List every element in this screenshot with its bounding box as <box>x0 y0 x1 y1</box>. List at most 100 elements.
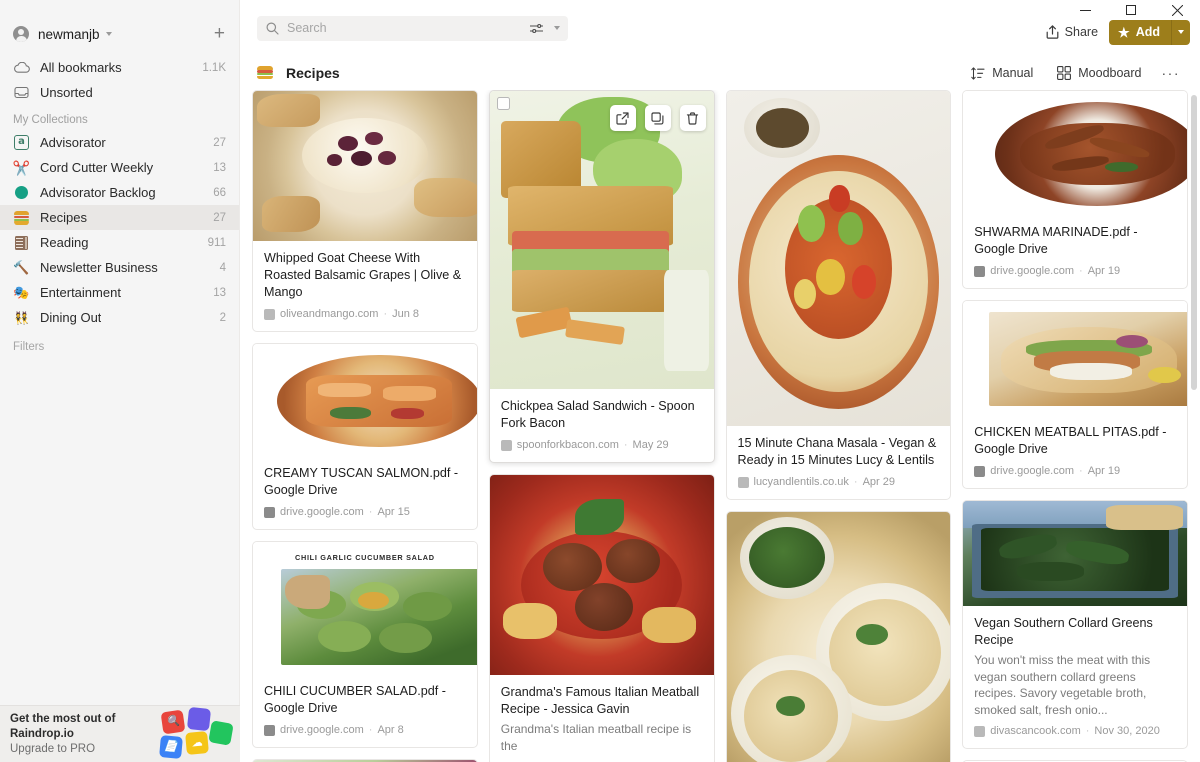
top-bar: Share ★ Add <box>240 0 1200 56</box>
card-meta: lucyandlentils.co.uk · Apr 29 <box>738 476 940 488</box>
sidebar-item-count: 13 <box>207 162 226 174</box>
star-icon: ★ <box>1118 26 1130 39</box>
maximize-button[interactable] <box>1108 0 1154 20</box>
card-date: Apr 19 <box>1088 465 1120 477</box>
card-title: Whipped Goat Cheese With Roasted Balsami… <box>264 250 466 301</box>
sidebar-item-unsorted[interactable]: Unsorted <box>0 80 239 105</box>
card-body: 15 Minute Chana Masala - Vegan & Ready i… <box>727 426 951 499</box>
scissors-icon: ✂️ <box>13 159 30 176</box>
open-external-button[interactable] <box>610 105 636 131</box>
card-domain: drive.google.com <box>990 465 1074 477</box>
sidebar-item-cord-cutter-weekly[interactable]: ✂️ Cord Cutter Weekly 13 <box>0 155 239 180</box>
bookmarks-board: Whipped Goat Cheese With Roasted Balsami… <box>240 90 1200 762</box>
delete-button[interactable] <box>680 105 706 131</box>
bookmark-card[interactable]: Grandma's Famous Italian Meatball Recipe… <box>489 474 715 762</box>
sidebar-item-label: Reading <box>40 235 88 250</box>
sidebar-item-newsletter-business[interactable]: 🔨 Newsletter Business 4 <box>0 255 239 280</box>
sort-button[interactable]: Manual <box>959 62 1045 84</box>
bookmark-card[interactable]: 15 Minute Chana Masala - Vegan & Ready i… <box>726 90 952 500</box>
sidebar-item-entertainment[interactable]: 🎭 Entertainment 13 <box>0 280 239 305</box>
sidebar-item-recipes[interactable]: Recipes 27 <box>0 205 239 230</box>
close-button[interactable] <box>1154 0 1200 20</box>
board-column: 15 Minute Chana Masala - Vegan & Ready i… <box>726 90 952 762</box>
board-column: Chickpea Salad Sandwich - Spoon Fork Bac… <box>489 90 715 762</box>
card-thumbnail <box>727 512 951 762</box>
search-bar[interactable] <box>257 16 568 41</box>
sidebar-item-dining-out[interactable]: 👯 Dining Out 2 <box>0 305 239 330</box>
bookmark-card[interactable]: CHILI GARLIC CUCUMBER SALAD <box>252 541 478 748</box>
card-date: Apr 8 <box>377 724 403 736</box>
bookmark-card[interactable]: Vegan Southern Collard Greens Recipe You… <box>962 500 1188 749</box>
sidebar-item-label: Advisorator Backlog <box>40 185 156 200</box>
bookmark-card[interactable]: SHWARMA MARINADE.pdf - Google Drive driv… <box>962 90 1188 289</box>
board-column: Whipped Goat Cheese With Roasted Balsami… <box>252 90 478 762</box>
bookmark-card[interactable]: Whipped Goat Cheese With Roasted Balsami… <box>252 90 478 332</box>
meta-separator: · <box>1086 725 1090 737</box>
card-title: 15 Minute Chana Masala - Vegan & Ready i… <box>738 435 940 469</box>
bookmark-card[interactable]: CREAMY TUSCAN SALMON.pdf - Google Drive … <box>252 343 478 530</box>
pro-banner-text: Get the most out of Raindrop.io Upgrade … <box>10 712 158 757</box>
bookmark-card[interactable]: CHICKEN MEATBALL PITAS.pdf - Google Driv… <box>962 300 1188 489</box>
hammer-icon: 🔨 <box>13 259 30 276</box>
minimize-button[interactable] <box>1062 0 1108 20</box>
meta-separator: · <box>1079 465 1083 477</box>
sidebar-item-label: Unsorted <box>40 85 93 100</box>
add-dropdown-button[interactable] <box>1171 20 1190 45</box>
ellipsis-icon[interactable]: ··· <box>1154 64 1189 82</box>
card-domain: drive.google.com <box>990 265 1074 277</box>
upgrade-pro-banner[interactable]: Get the most out of Raindrop.io Upgrade … <box>0 705 240 762</box>
card-date: Apr 29 <box>863 476 895 488</box>
open-external-icon <box>616 112 629 125</box>
sidebar-item-label: Advisorator <box>40 135 106 150</box>
meta-separator: · <box>383 308 387 320</box>
dancing-icon: 👯 <box>13 309 30 326</box>
card-date: Nov 30, 2020 <box>1094 725 1159 737</box>
sidebar-filters-label[interactable]: Filters <box>0 330 239 353</box>
bookmark-card[interactable]: Chickpea Salad Sandwich - Spoon Fork Bac… <box>489 90 715 463</box>
sidebar-item-reading[interactable]: Reading 911 <box>0 230 239 255</box>
card-thumbnail <box>963 91 1187 215</box>
card-domain: drive.google.com <box>280 724 364 736</box>
chevron-down-icon[interactable] <box>554 26 560 30</box>
site-favicon <box>264 309 275 320</box>
sidebar-item-count: 2 <box>214 312 226 324</box>
search-filter-control[interactable] <box>530 23 560 34</box>
sidebar-user-row[interactable]: newmanjb + <box>0 19 239 49</box>
duplicate-button[interactable] <box>645 105 671 131</box>
sidebar-item-label: Cord Cutter Weekly <box>40 160 153 175</box>
google-drive-favicon <box>974 266 985 277</box>
plus-icon[interactable]: + <box>212 27 227 41</box>
share-button[interactable]: Share <box>1040 21 1109 43</box>
meta-separator: · <box>624 439 628 451</box>
card-title: Chickpea Salad Sandwich - Spoon Fork Bac… <box>501 398 703 432</box>
card-title: CREAMY TUSCAN SALMON.pdf - Google Drive <box>264 465 466 499</box>
main-area: Share ★ Add Recipes Manual <box>240 0 1200 762</box>
sidebar-section-title: My Collections <box>0 105 239 130</box>
card-body: Chickpea Salad Sandwich - Spoon Fork Bac… <box>490 389 714 462</box>
card-description: Grandma's Italian meatball recipe is the <box>501 721 703 754</box>
sidebar-item-all-bookmarks[interactable]: All bookmarks 1.1K <box>0 55 239 80</box>
google-drive-favicon <box>264 507 275 518</box>
inbox-icon <box>13 84 30 101</box>
sidebar-username: newmanjb <box>38 27 100 42</box>
pro-banner-line1: Get the most out of Raindrop.io <box>10 712 158 742</box>
card-domain: lucyandlentils.co.uk <box>754 476 849 488</box>
sort-label: Manual <box>992 66 1033 80</box>
search-input[interactable] <box>287 21 530 35</box>
vertical-scrollbar[interactable] <box>1191 95 1197 390</box>
card-title: Grandma's Famous Italian Meatball Recipe… <box>501 684 703 718</box>
theater-masks-icon: 🎭 <box>13 284 30 301</box>
thumbnail-header-text: CHILI GARLIC CUCUMBER SALAD <box>263 553 467 562</box>
sidebar-item-advisorator[interactable]: a Advisorator 27 <box>0 130 239 155</box>
sidebar-item-advisorator-backlog[interactable]: Advisorator Backlog 66 <box>0 180 239 205</box>
card-select-checkbox[interactable] <box>497 97 510 110</box>
add-button[interactable]: ★ Add <box>1109 20 1171 45</box>
card-domain: oliveandmango.com <box>280 308 378 320</box>
bookmark-card[interactable] <box>726 511 952 762</box>
board-column: SHWARMA MARINADE.pdf - Google Drive driv… <box>962 90 1188 762</box>
cloud-icon <box>13 59 30 76</box>
chevron-down-icon[interactable] <box>106 32 112 36</box>
share-upload-icon <box>1046 25 1059 39</box>
view-mode-button[interactable]: Moodboard <box>1045 62 1153 84</box>
user-avatar-icon <box>13 26 29 42</box>
